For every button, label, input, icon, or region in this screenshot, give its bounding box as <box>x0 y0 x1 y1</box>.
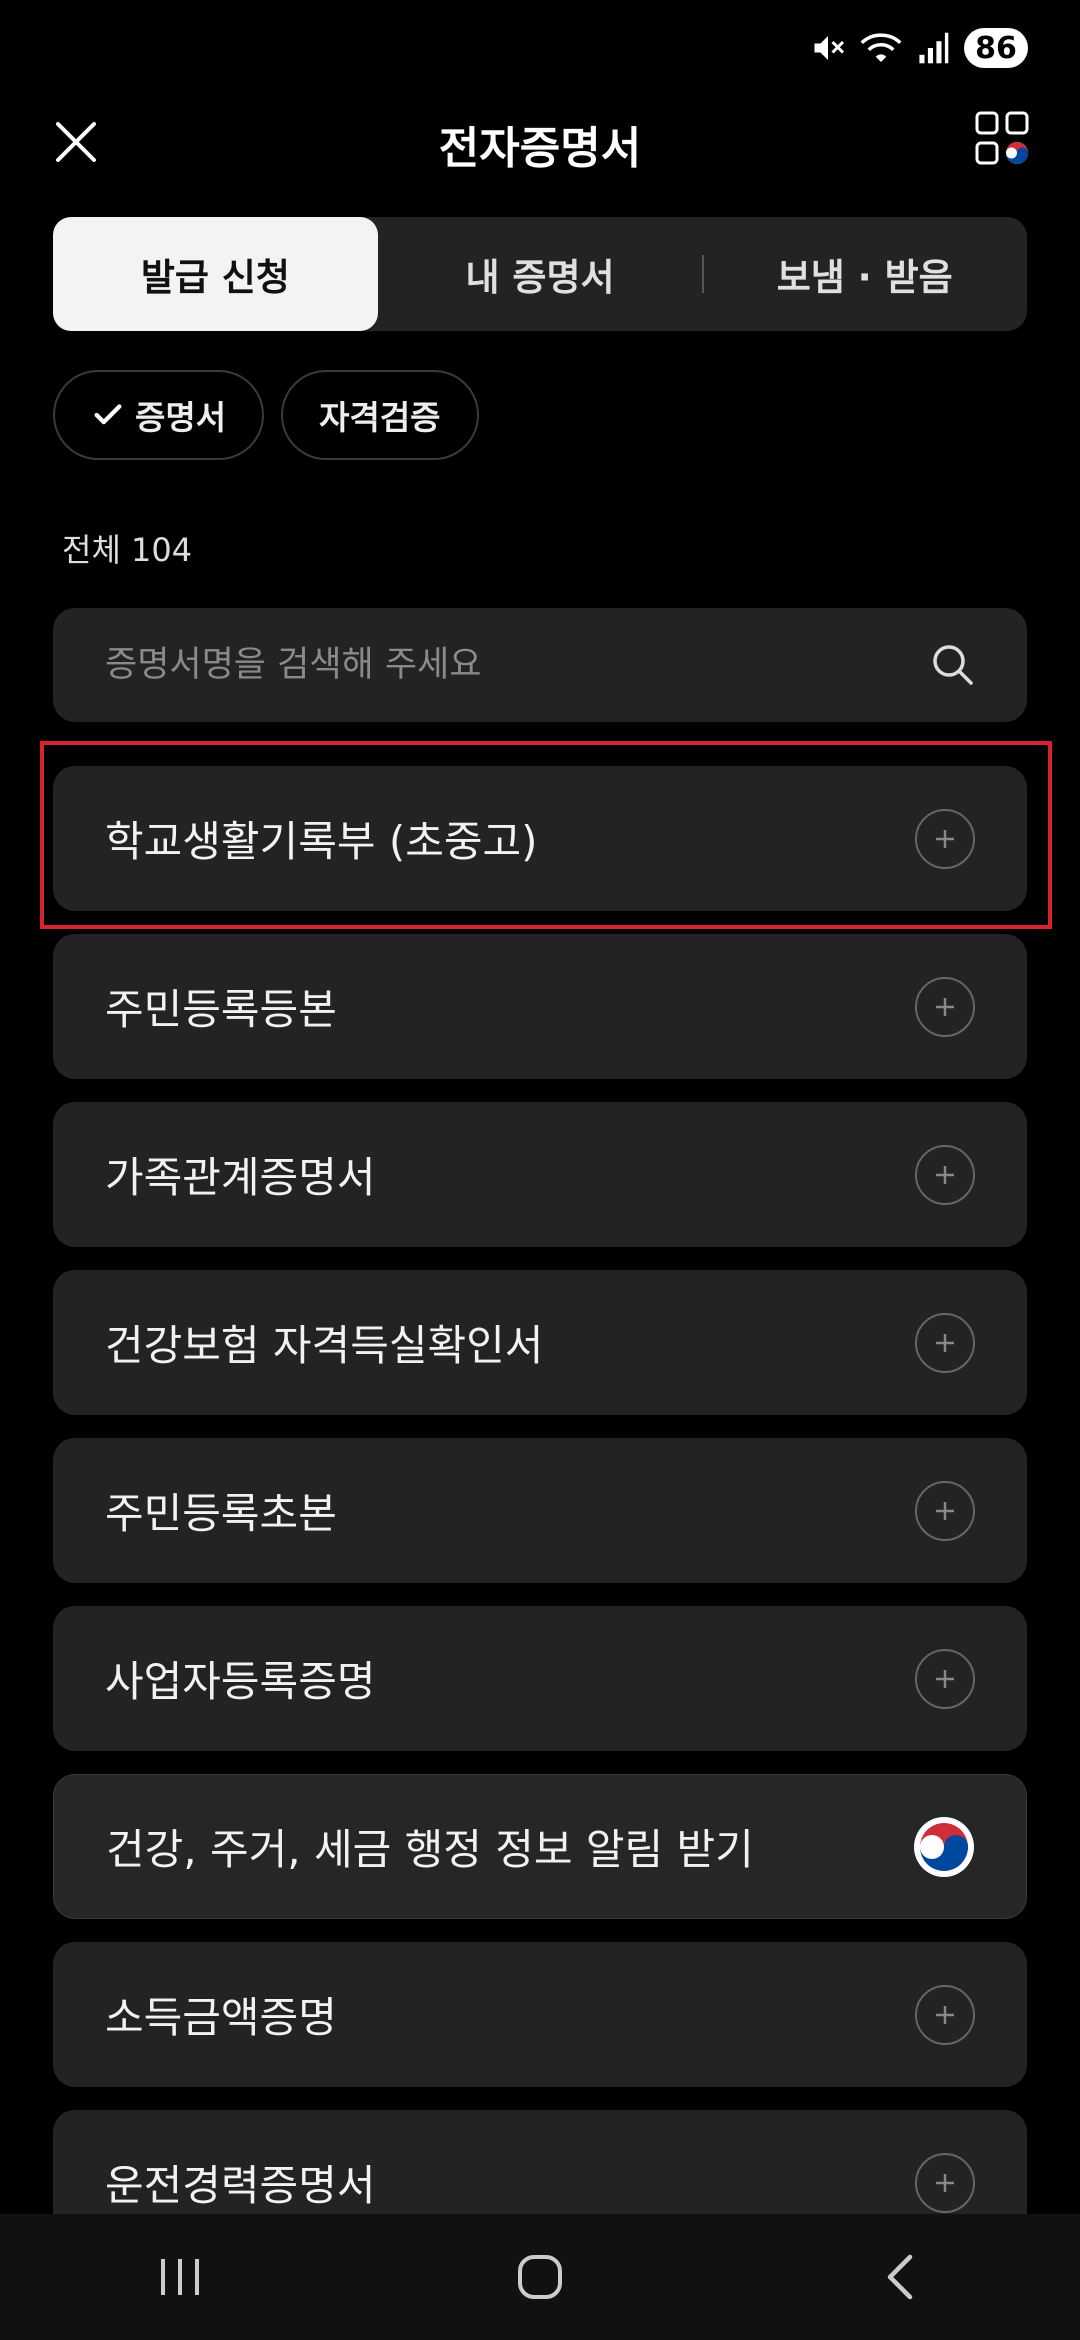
mute-icon <box>814 36 845 60</box>
menu-button[interactable] <box>974 110 1032 168</box>
plus-icon <box>936 1333 954 1352</box>
tab-divider <box>702 255 705 293</box>
back-icon <box>887 2254 913 2300</box>
taegeuk-emblem-icon <box>914 1816 974 1877</box>
search-bar <box>53 608 1027 722</box>
segmented-tabs: 발급 신청 내 증명서 보냄 · 받음 <box>53 217 1027 331</box>
tab-sent-received[interactable]: 보냄 · 받음 <box>702 217 1027 331</box>
signal-icon <box>919 32 949 64</box>
plus-icon <box>936 1501 954 1520</box>
tab-label: 내 증명서 <box>465 256 615 299</box>
tab-my-certificates[interactable]: 내 증명서 <box>378 217 703 331</box>
tab-label: 보냄 · 받음 <box>776 256 953 299</box>
home-icon <box>518 2255 562 2299</box>
item-label: 학교생활기록부 (초중고) <box>105 817 538 866</box>
add-button[interactable] <box>915 1144 975 1205</box>
list-item-gov-notification[interactable]: 건강, 주거, 세금 행정 정보 알림 받기 <box>53 1774 1027 1919</box>
plus-icon <box>936 997 954 1016</box>
item-label: 소득금액증명 <box>105 1993 337 2042</box>
list-item[interactable]: 주민등록등본 <box>53 934 1027 1079</box>
add-button[interactable] <box>915 976 975 1037</box>
item-label: 운전경력증명서 <box>105 2161 376 2210</box>
item-label: 주민등록초본 <box>105 1489 337 1538</box>
search-input[interactable] <box>103 644 929 686</box>
add-button[interactable] <box>915 1648 975 1709</box>
total-count: 전체 104 <box>62 531 193 569</box>
check-icon <box>94 404 122 425</box>
chip-label: 자격검증 <box>319 398 441 437</box>
tab-label: 발급 신청 <box>140 256 290 299</box>
list-item[interactable]: 건강보험 자격득실확인서 <box>53 1270 1027 1415</box>
add-button[interactable] <box>915 1984 975 2045</box>
add-button[interactable] <box>915 808 975 869</box>
battery-level: 86 <box>975 30 1017 66</box>
item-label: 사업자등록증명 <box>105 1657 376 1706</box>
plus-icon <box>936 2005 954 2024</box>
grid-menu-icon <box>975 111 1029 165</box>
app-header: 전자증명서 <box>0 100 1080 180</box>
tab-issue-request[interactable]: 발급 신청 <box>53 217 378 331</box>
page-title: 전자증명서 <box>438 123 642 174</box>
add-button[interactable] <box>915 1312 975 1373</box>
chip-label: 증명서 <box>135 398 227 437</box>
battery-indicator: 86 <box>964 28 1028 68</box>
filter-chips: 증명서 자격검증 <box>53 370 479 460</box>
status-bar: 86 <box>0 0 1080 100</box>
list-item[interactable]: 학교생활기록부 (초중고) <box>53 766 1027 911</box>
list-item[interactable]: 소득금액증명 <box>53 1942 1027 2087</box>
recents-button[interactable] <box>130 2237 230 2317</box>
add-button[interactable] <box>915 2152 975 2213</box>
add-button[interactable] <box>915 1480 975 1541</box>
list-item[interactable]: 사업자등록증명 <box>53 1606 1027 1751</box>
item-label: 건강, 주거, 세금 행정 정보 알림 받기 <box>106 1825 754 1874</box>
item-label: 가족관계증명서 <box>105 1153 376 1202</box>
back-button[interactable] <box>850 2237 950 2317</box>
list-item[interactable]: 주민등록초본 <box>53 1438 1027 1583</box>
system-nav-bar <box>0 2214 1080 2340</box>
chip-certificate[interactable]: 증명서 <box>53 370 265 460</box>
home-button[interactable] <box>490 2237 590 2317</box>
recents-icon <box>161 2259 199 2295</box>
plus-icon <box>936 829 954 848</box>
search-icon[interactable] <box>929 641 977 689</box>
plus-icon <box>936 2173 954 2192</box>
plus-icon <box>936 1165 954 1184</box>
wifi-icon <box>860 33 902 62</box>
certificate-list: 학교생활기록부 (초중고) 주민등록등본 가족관계증명서 건강보험 자격득실확인… <box>53 766 1027 2278</box>
chip-qualification-check[interactable]: 자격검증 <box>281 370 479 460</box>
item-label: 건강보험 자격득실확인서 <box>105 1321 544 1370</box>
plus-icon <box>936 1669 954 1688</box>
item-label: 주민등록등본 <box>105 985 337 1034</box>
list-item[interactable]: 가족관계증명서 <box>53 1102 1027 1247</box>
